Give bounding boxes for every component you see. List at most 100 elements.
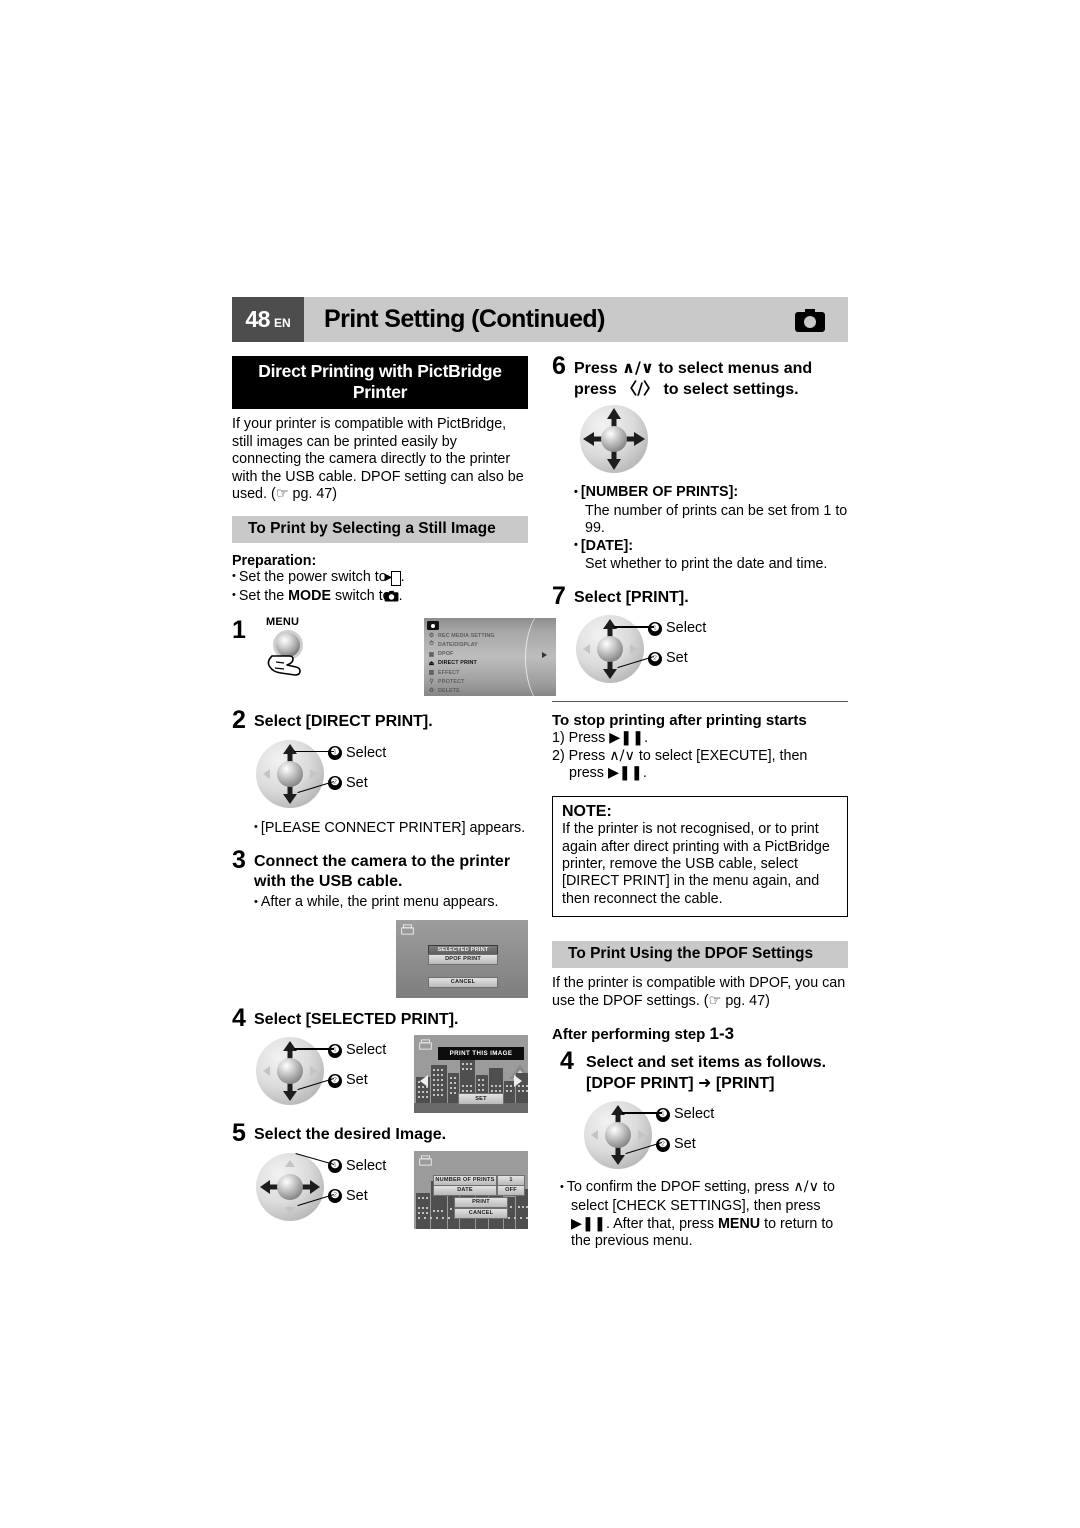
menu-label: REC MEDIA SETTING: [438, 632, 495, 639]
prep-1-text: Set the power switch to: [238, 568, 391, 585]
step-1-number: 1: [232, 616, 246, 645]
finger-press-icon: [267, 630, 303, 676]
up-down-keys-icon: ∧/∨: [793, 1179, 820, 1196]
play-pause-icon: ▶❚❚: [571, 1215, 606, 1232]
callout-number-1: ❶: [328, 1043, 342, 1058]
page-language: EN: [273, 315, 291, 330]
label-text: Set: [346, 774, 368, 791]
note-box: NOTE: If the printer is not recognised, …: [552, 795, 848, 918]
after-label: After performing step: [552, 1026, 710, 1044]
dpof-confirm-note: To confirm the DPOF setting, press ∧/∨ t…: [560, 1179, 848, 1250]
up-down-keys-icon: ∧/∨: [622, 358, 654, 377]
lcd-button-print[interactable]: PRINT: [454, 1196, 508, 1209]
nav-right-arrow-icon[interactable]: [514, 1075, 522, 1088]
dpof-intro: If the printer is compatible with DPOF, …: [552, 975, 846, 1009]
step-7-number: 7: [552, 581, 566, 610]
joystick-vertical-icon[interactable]: [254, 1035, 326, 1107]
prep-1-end: .: [400, 568, 405, 585]
still-tab-icon: [427, 621, 439, 631]
page-header: 48 EN Print Setting (Continued): [232, 297, 848, 342]
dpof-after-performing-step: After performing step 1-3: [552, 1024, 848, 1044]
right-arrow-icon: ➜: [698, 1072, 712, 1092]
prep-2-bold: MODE: [288, 587, 332, 604]
sp-l1b: .: [644, 730, 649, 747]
still-mode-icon: [384, 590, 399, 608]
lcd-row-date-value[interactable]: OFF: [497, 1184, 525, 1197]
step-6-bullet-term-1: [NUMBER OF PRINTS]:: [574, 484, 848, 503]
stop-printing-section: To stop printing after printing starts 1…: [552, 712, 848, 782]
printer-icon: [419, 1039, 432, 1050]
label-text: Set: [346, 1072, 368, 1089]
note-label: NOTE:: [562, 802, 612, 820]
menu-label: PROTECT: [438, 678, 465, 685]
joystick-label-select-2: ❶ Select: [328, 1043, 414, 1058]
sp-l1a: 1) Press: [552, 730, 610, 747]
subsection-title-dpof: To Print Using the DPOF Settings: [552, 941, 848, 969]
menu-label: DPOF: [438, 651, 454, 658]
label-text: Set: [674, 1136, 696, 1153]
lcd-button-set[interactable]: SET: [458, 1093, 504, 1105]
still-camera-icon: [794, 297, 848, 342]
callout-number-2: ❷: [656, 1137, 670, 1152]
confirm-c: . After that, press: [605, 1215, 719, 1232]
lcd-button-cancel[interactable]: CANCEL: [428, 976, 498, 989]
confirm-a: To confirm the DPOF setting, press: [566, 1179, 794, 1196]
lcd-print-settings-screen: NUMBER OF PRINTS 1 DATE OFF PRINT CANCEL: [414, 1150, 528, 1229]
manual-page: 48 EN Print Setting (Continued) Direct P…: [232, 297, 848, 1251]
label-text: Set: [346, 1187, 368, 1204]
label-text: Select: [346, 1157, 387, 1174]
step6-l1a: Press: [574, 360, 623, 377]
lcd-button-dpof-print[interactable]: DPOF PRINT: [428, 953, 498, 966]
menu-label: EFFECT: [438, 669, 460, 676]
step-7-joystick-group: ❶ Select ❷ Set: [574, 613, 848, 685]
intro-paragraph: If your printer is compatible with PictB…: [232, 416, 524, 503]
lcd-button-cancel-2[interactable]: CANCEL: [454, 1207, 508, 1220]
lcd-menu-screen: ⚙ REC MEDIA SETTING ⏱ DATE/DISPLAY ▣ DPO…: [424, 618, 556, 697]
stop-printing-heading: To stop printing after printing starts: [552, 712, 807, 730]
step-4-number: 4: [232, 1003, 246, 1032]
label-text: Select: [674, 1106, 715, 1123]
dpof-step-4-number: 4: [560, 1047, 574, 1076]
dpof-title-line-2a: [DPOF PRINT]: [586, 1074, 698, 1092]
step-2-note: [PLEASE CONNECT PRINTER] appears.: [254, 820, 528, 839]
step-2-number: 2: [232, 706, 246, 735]
preparation-label: Preparation:: [232, 552, 317, 569]
dpof-step-4-title: Select and set items as follows. [DPOF P…: [582, 1051, 826, 1093]
step-6-bullet-term-2: [DATE]:: [574, 538, 848, 557]
step-7-title: Select [PRINT].: [574, 588, 689, 606]
lcd-banner-print-this-image: PRINT THIS IMAGE: [438, 1047, 524, 1061]
step-4: 4 Select [SELECTED PRINT].: [232, 1003, 528, 1032]
step-3-number: 3: [232, 846, 246, 875]
step-5-title: Select the desired Image.: [254, 1126, 447, 1144]
playback-icon: ▶: [385, 570, 401, 586]
joystick-horizontal-icon[interactable]: [254, 1151, 326, 1223]
nav-left-arrow-icon[interactable]: [420, 1075, 428, 1088]
callout-number-2: ❷: [648, 651, 662, 666]
printer-icon: ⏏: [428, 660, 435, 667]
trash-icon: ♻: [428, 688, 435, 695]
step-2: 2 Select [DIRECT PRINT].: [232, 706, 528, 735]
play-pause-icon: ▶❚❚: [609, 730, 645, 747]
key-icon: ⚲: [429, 679, 434, 686]
joystick-vertical-icon[interactable]: [574, 613, 646, 685]
step-2-title: Select [DIRECT PRINT].: [254, 713, 433, 731]
prep-2-end: .: [398, 587, 403, 604]
dpof-title-line-1: Select and set items as follows.: [586, 1054, 827, 1072]
callout-number-2: ❷: [328, 1073, 342, 1088]
step-6-number: 6: [552, 352, 566, 380]
joystick-four-way-icon[interactable]: [578, 403, 650, 475]
menu-button-graphic[interactable]: MENU: [262, 616, 324, 693]
chevron-right-icon: [542, 652, 547, 659]
page-number: 48: [245, 306, 270, 332]
step-5-joystick-group: ❶ Select ❷ Set NUMBER OF PRINTS 1 DATE O…: [254, 1150, 528, 1229]
joystick-vertical-icon[interactable]: [582, 1099, 654, 1171]
step-3-note: After a while, the print menu appears.: [254, 894, 528, 913]
menu-button-label: MENU: [266, 616, 300, 629]
lcd-row-date-label[interactable]: DATE: [433, 1184, 497, 1197]
subsection-title-print-by-selecting: To Print by Selecting a Still Image: [232, 515, 528, 543]
step-4-joystick-group: ❶ Select ❷ Set PRINT THIS IMAGE SET: [254, 1035, 528, 1114]
left-right-keys-icon: 〈/〉: [621, 378, 659, 398]
joystick-vertical-icon[interactable]: [254, 738, 326, 810]
step6-l2b: to select settings.: [659, 380, 799, 398]
dpof-joystick-group: ❶ Select ❷ Set: [582, 1099, 848, 1171]
